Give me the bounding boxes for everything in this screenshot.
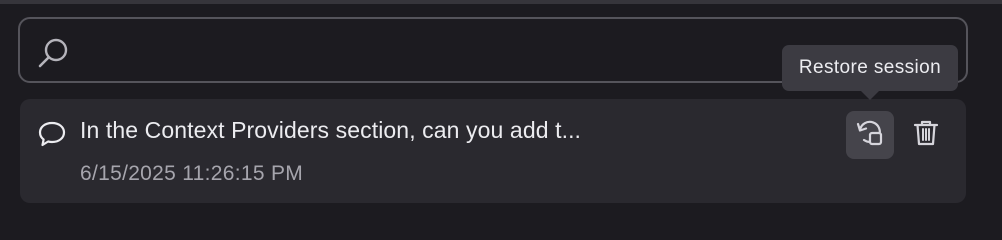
session-title: In the Context Providers section, can yo…	[80, 117, 582, 143]
top-divider	[0, 0, 1002, 4]
restore-session-icon	[855, 118, 885, 153]
delete-session-button[interactable]	[902, 111, 950, 159]
tooltip-arrow	[860, 90, 880, 100]
trash-icon	[912, 118, 940, 153]
restore-session-tooltip: Restore session	[782, 45, 958, 91]
session-timestamp: 6/15/2025 11:26:15 PM	[80, 162, 304, 185]
search-icon	[37, 36, 71, 70]
chat-bubble-icon	[37, 119, 67, 149]
session-item[interactable]: In the Context Providers section, can yo…	[20, 99, 966, 203]
restore-session-button[interactable]	[846, 111, 894, 159]
